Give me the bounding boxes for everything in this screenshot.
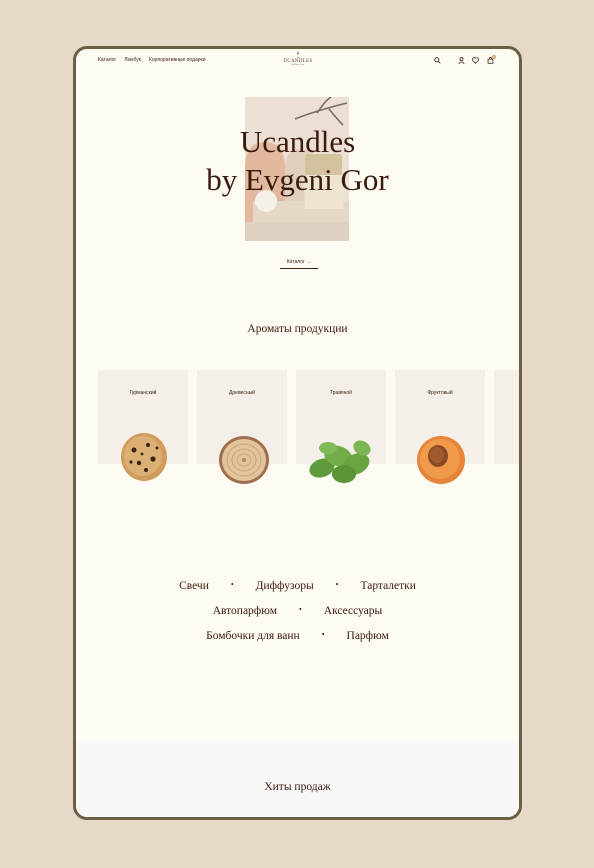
category-tartlets[interactable]: Тарталетки [360, 580, 415, 592]
category-perfume[interactable]: Парфюм [347, 630, 389, 642]
catalog-button[interactable]: Каталог → [280, 257, 318, 269]
catalog-button-label: Каталог [286, 259, 305, 265]
aroma-card-label: Фруктовый [427, 390, 453, 396]
search-icon[interactable] [434, 57, 441, 64]
aroma-card-label: Травяной [330, 390, 352, 396]
heart-icon[interactable] [472, 57, 479, 64]
category-car-perfume[interactable]: Автопарфюм [213, 605, 277, 617]
browser-frame: Каталог Люкбук Корпоративные подарки 🕯 U… [73, 46, 522, 820]
hero-title-line-2: by Evgeni Gor [206, 162, 389, 197]
aromas-title: Ароматы продукции [247, 323, 348, 335]
arrow-right-icon: → [306, 259, 312, 265]
category-row-2: Автопарфюм • Аксессуары [76, 605, 519, 617]
nav-item-catalog[interactable]: Каталог [98, 57, 116, 63]
category-diffusers[interactable]: Диффузоры [256, 580, 314, 592]
aroma-card-label: Древесный [229, 390, 255, 396]
hero-title: Ucandles by Evgeni Gor [76, 123, 519, 199]
header-actions: 0 [434, 55, 498, 67]
separator-dot: • [230, 580, 234, 589]
separator-dot: • [321, 630, 325, 639]
main-nav: Каталог Люкбук Корпоративные подарки [98, 57, 206, 63]
category-candles[interactable]: Свечи [179, 580, 209, 592]
separator-dot: • [335, 580, 339, 589]
wood-slice-image [219, 436, 269, 484]
aroma-card-label: Гурманский [129, 390, 157, 396]
apricot-image [417, 436, 465, 484]
bestsellers-section: Хиты продаж [76, 741, 519, 817]
site-logo[interactable]: 🕯 UCANDLES by Evgeni Gor [283, 50, 313, 67]
nav-item-corporate-gifts[interactable]: Корпоративные подарки [149, 57, 206, 63]
aroma-card-next-partial[interactable] [494, 370, 519, 464]
logo-tagline: by Evgeni Gor [291, 64, 305, 66]
category-row-3: Бомбочки для ванн • Парфюм [76, 630, 519, 642]
category-bath-bombs[interactable]: Бомбочки для ванн [206, 630, 300, 642]
cookie-image [121, 433, 167, 481]
nav-item-lookbook[interactable]: Люкбук [124, 57, 141, 63]
user-icon[interactable] [458, 57, 465, 64]
mint-leaves-image [309, 440, 371, 483]
bestsellers-title: Хиты продаж [264, 781, 331, 793]
cart-count-badge: 0 [492, 55, 496, 59]
hero-title-line-1: Ucandles [239, 124, 356, 159]
category-row-1: Свечи • Диффузоры • Тарталетки [76, 580, 519, 592]
category-accessories[interactable]: Аксессуары [324, 605, 382, 617]
separator-dot: • [298, 605, 302, 614]
flame-icon: 🕯 [296, 50, 300, 59]
